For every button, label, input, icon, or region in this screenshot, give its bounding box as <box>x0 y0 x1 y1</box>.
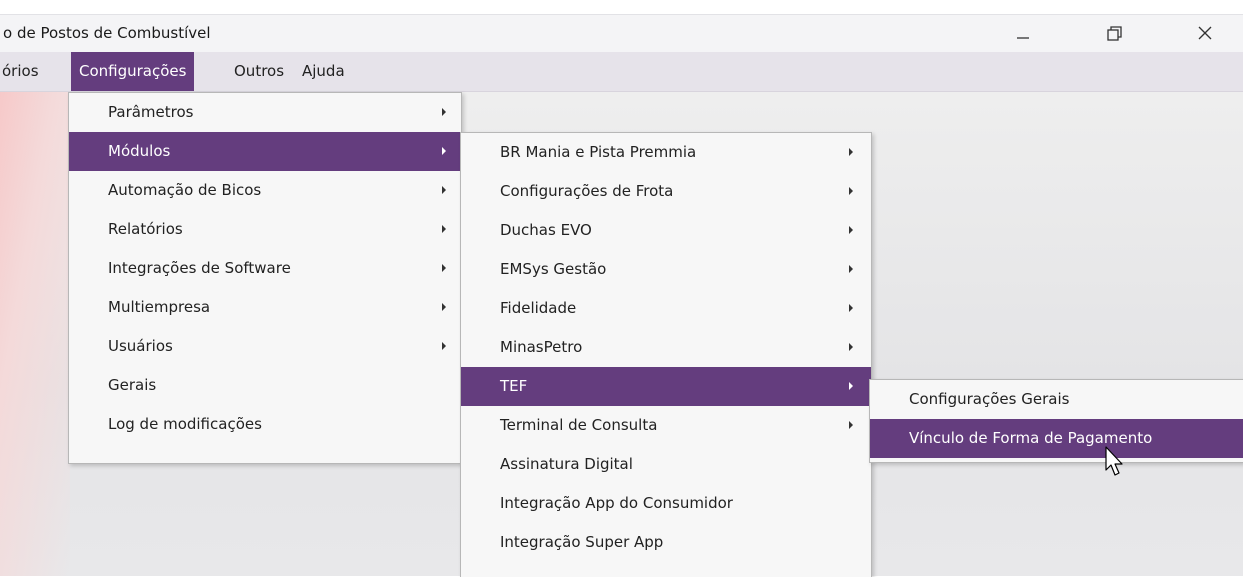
title-bar: o de Postos de Combustível <box>0 14 1243 52</box>
menu-item-vinculo-forma-pagamento[interactable]: Vínculo de Forma de Pagamento <box>870 419 1243 458</box>
menu-item-label: Integração Super App <box>500 533 664 551</box>
close-button[interactable] <box>1182 15 1228 52</box>
window-title: o de Postos de Combustível <box>3 24 211 42</box>
submenu-arrow-icon <box>849 265 853 273</box>
menu-item-label: Parâmetros <box>108 103 194 121</box>
menu-item-integracao-app-consumidor[interactable]: Integração App do Consumidor <box>461 484 871 523</box>
submenu-arrow-icon <box>442 303 446 311</box>
mouse-cursor-icon <box>1105 446 1123 476</box>
menu-item-label: Configurações de Frota <box>500 182 674 200</box>
submenu-arrow-icon <box>849 382 853 390</box>
restore-icon <box>1107 26 1122 41</box>
menu-item-label: Log de modificações <box>108 415 262 433</box>
menu-item-configuracoes-gerais[interactable]: Configurações Gerais <box>870 380 1243 419</box>
maximize-button[interactable] <box>1091 15 1137 52</box>
menu-item-fidelidade[interactable]: Fidelidade <box>461 289 871 328</box>
menu-item-integracao-super-app[interactable]: Integração Super App <box>461 523 871 562</box>
menu-item-usuarios[interactable]: Usuários <box>69 327 461 366</box>
minimize-button[interactable] <box>1000 15 1046 52</box>
submenu-arrow-icon <box>849 304 853 312</box>
submenu-arrow-icon <box>849 343 853 351</box>
menu-item-gerais[interactable]: Gerais <box>69 366 461 405</box>
menu-item-assinatura-digital[interactable]: Assinatura Digital <box>461 445 871 484</box>
menu-item-label: Usuários <box>108 337 173 355</box>
menu-item-label: Módulos <box>108 142 171 160</box>
menu-relatorios[interactable]: órios <box>0 52 47 91</box>
submenu-arrow-icon <box>442 147 446 155</box>
menu-item-integracoes-de-software[interactable]: Integrações de Software <box>69 249 461 288</box>
menu-item-label: BR Mania e Pista Premmia <box>500 143 697 161</box>
submenu-arrow-icon <box>442 108 446 116</box>
submenu-arrow-icon <box>849 148 853 156</box>
menu-item-label: Relatórios <box>108 220 183 238</box>
menu-item-modulos[interactable]: Módulos <box>69 132 461 171</box>
menu-item-label: Fidelidade <box>500 299 577 317</box>
background-decoration <box>0 92 70 576</box>
menu-item-label: Multiempresa <box>108 298 211 316</box>
menu-item-label: TEF <box>500 377 528 395</box>
submenu-arrow-icon <box>849 226 853 234</box>
menu-configuracoes[interactable]: Configurações <box>71 52 195 91</box>
submenu-arrow-icon <box>442 264 446 272</box>
menu-ajuda[interactable]: Ajuda <box>294 52 353 91</box>
menu-bar: órios Configurações Outros Ajuda <box>0 52 1243 92</box>
menu-item-label: Integração App do Consumidor <box>500 494 733 512</box>
submenu-arrow-icon <box>849 421 853 429</box>
menu-item-duchas-evo[interactable]: Duchas EVO <box>461 211 871 250</box>
minimize-icon <box>1017 37 1029 39</box>
menu-item-label: Duchas EVO <box>500 221 592 239</box>
menu-item-terminal-de-consulta[interactable]: Terminal de Consulta <box>461 406 871 445</box>
submenu-arrow-icon <box>849 187 853 195</box>
menu-outros[interactable]: Outros <box>226 52 292 91</box>
menu-item-tef[interactable]: TEF <box>461 367 871 406</box>
menu-item-label: Assinatura Digital <box>500 455 633 473</box>
menu-item-log-de-modificacoes[interactable]: Log de modificações <box>69 405 461 444</box>
configuracoes-menu: Parâmetros Módulos Automação de Bicos Re… <box>68 92 462 464</box>
menu-item-multiempresa[interactable]: Multiempresa <box>69 288 461 327</box>
submenu-arrow-icon <box>442 225 446 233</box>
close-icon <box>1198 26 1212 40</box>
menu-item-label: EMSys Gestão <box>500 260 607 278</box>
menu-item-label: Integrações de Software <box>108 259 291 277</box>
menu-item-label: MinasPetro <box>500 338 583 356</box>
submenu-arrow-icon <box>442 342 446 350</box>
menu-item-emsys-gestao[interactable]: EMSys Gestão <box>461 250 871 289</box>
modulos-submenu: BR Mania e Pista Premmia Configurações d… <box>460 132 872 577</box>
submenu-arrow-icon <box>442 186 446 194</box>
menu-item-label: Terminal de Consulta <box>500 416 658 434</box>
menu-item-configuracoes-de-frota[interactable]: Configurações de Frota <box>461 172 871 211</box>
menu-item-label: Configurações Gerais <box>909 390 1070 408</box>
menu-item-label: Automação de Bicos <box>108 181 262 199</box>
tef-submenu: Configurações Gerais Vínculo de Forma de… <box>869 379 1243 463</box>
menu-item-parametros[interactable]: Parâmetros <box>69 93 461 132</box>
menu-item-label: Gerais <box>108 376 157 394</box>
menu-item-minaspetro[interactable]: MinasPetro <box>461 328 871 367</box>
menu-item-relatorios[interactable]: Relatórios <box>69 210 461 249</box>
menu-item-br-mania[interactable]: BR Mania e Pista Premmia <box>461 133 871 172</box>
menu-item-automacao-de-bicos[interactable]: Automação de Bicos <box>69 171 461 210</box>
